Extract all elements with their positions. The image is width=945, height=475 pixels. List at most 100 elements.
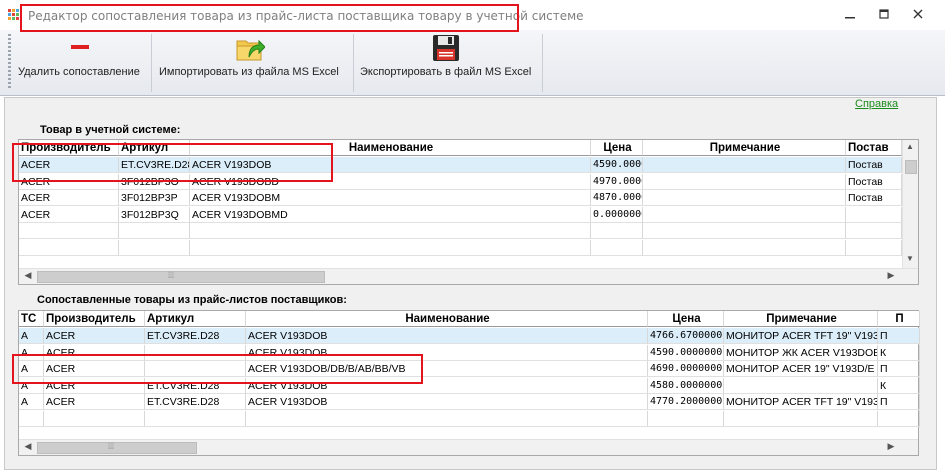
table-cell[interactable]	[145, 410, 246, 427]
table-cell[interactable]	[19, 223, 119, 239]
table-cell[interactable]: 3F012BP3Q	[119, 206, 190, 223]
table-cell[interactable]	[643, 190, 846, 206]
minimize-icon	[845, 17, 855, 19]
minimize-button[interactable]	[836, 5, 864, 25]
maximize-button[interactable]	[870, 5, 898, 25]
table-cell[interactable]: A	[19, 328, 44, 344]
table-cell[interactable]: МОНИТОР ACER TFT 19" V193D	[724, 394, 878, 410]
table-cell[interactable]: A	[19, 394, 44, 410]
scroll-right-icon[interactable]: ▶	[885, 441, 897, 452]
column-header[interactable]: Цена	[648, 311, 724, 327]
accounting-vertical-scrollbar[interactable]: ▲ ▼	[902, 140, 918, 269]
table-cell[interactable]	[246, 410, 648, 427]
import-excel-button[interactable]: Импортировать из файла MS Excel	[154, 30, 351, 96]
column-header[interactable]: Цена	[591, 140, 643, 156]
column-header[interactable]: Постав	[846, 140, 902, 156]
table-cell[interactable]: ACER V193DOB	[246, 328, 648, 344]
table-cell[interactable]: Постав	[846, 173, 902, 190]
toolbar-grip[interactable]	[8, 34, 11, 90]
export-excel-button[interactable]: Экспортировать в файл MS Excel	[356, 30, 540, 96]
scroll-left-icon[interactable]: ◀	[22, 441, 34, 452]
table-cell[interactable]	[724, 377, 878, 394]
table-cell[interactable]	[591, 223, 643, 239]
scroll-thumb[interactable]: ⦙⦙⦙	[37, 441, 197, 454]
table-cell[interactable]	[19, 239, 119, 256]
table-cell[interactable]: ACER	[44, 328, 145, 344]
help-link[interactable]: Справка	[855, 98, 898, 110]
table-cell[interactable]	[846, 223, 902, 239]
table-cell[interactable]: ET.CV3RE.D28	[145, 394, 246, 410]
table-cell[interactable]: ET.CV3RE.D28	[145, 328, 246, 344]
table-cell[interactable]	[846, 239, 902, 256]
scroll-up-icon[interactable]: ▲	[906, 142, 914, 151]
table-cell[interactable]	[591, 239, 643, 256]
close-button[interactable]	[904, 5, 932, 25]
column-header[interactable]: Производитель	[44, 311, 145, 327]
column-header[interactable]: ТС	[19, 311, 44, 327]
table-cell[interactable]	[643, 223, 846, 239]
table-cell[interactable]: ACER	[19, 190, 119, 206]
table-cell[interactable]	[19, 410, 44, 427]
table-cell[interactable]	[190, 223, 591, 239]
table-cell[interactable]	[724, 410, 878, 427]
supplier-horizontal-scrollbar[interactable]: ◀ ⦙⦙⦙ ▶	[19, 439, 918, 455]
folder-import-icon	[236, 39, 265, 61]
minus-icon	[71, 45, 89, 49]
toolbar-separator	[353, 34, 354, 92]
table-cell[interactable]: К	[878, 344, 920, 361]
table-cell[interactable]: ACER	[44, 394, 145, 410]
scroll-thumb[interactable]	[905, 160, 917, 174]
table-cell[interactable]	[643, 173, 846, 190]
delete-mapping-button[interactable]: Удалить сопоставление	[14, 30, 150, 96]
table-cell[interactable]	[878, 410, 920, 427]
table-cell[interactable]: МОНИТОР ACER TFT 19" V193D	[724, 328, 878, 344]
table-cell[interactable]: 4870.0000	[591, 190, 643, 206]
accounting-horizontal-scrollbar[interactable]: ◀ ⦙⦙⦙ ▶	[19, 268, 918, 284]
scroll-thumb[interactable]: ⦙⦙⦙	[37, 270, 325, 283]
table-cell[interactable]: 4590.0000000	[648, 344, 724, 361]
column-header[interactable]: Примечание	[643, 140, 846, 156]
table-cell[interactable]: ACER V193DOB	[246, 394, 648, 410]
table-cell[interactable]: П	[878, 328, 920, 344]
column-header[interactable]: П	[878, 311, 920, 327]
app-grid-icon	[8, 9, 20, 21]
table-cell[interactable]: МОНИТОР ЖК ACER V193DOB,	[724, 344, 878, 361]
scroll-left-icon[interactable]: ◀	[22, 270, 34, 281]
table-cell[interactable]: К	[878, 377, 920, 394]
table-cell[interactable]: 3F012BP3P	[119, 190, 190, 206]
table-cell[interactable]: ACER	[19, 206, 119, 223]
table-cell[interactable]: 4970.0000	[591, 173, 643, 190]
table-cell[interactable]	[119, 239, 190, 256]
scroll-down-icon[interactable]: ▼	[906, 254, 914, 263]
maximize-icon	[879, 9, 889, 19]
table-cell[interactable]: Постав	[846, 190, 902, 206]
table-cell[interactable]	[643, 206, 846, 223]
table-cell[interactable]: 4770.2000000	[648, 394, 724, 410]
scroll-thumb-grip: ⦙⦙⦙	[108, 441, 115, 451]
table-cell[interactable]	[648, 410, 724, 427]
table-cell[interactable]: ACER V193DOBMD	[190, 206, 591, 223]
table-cell[interactable]	[846, 206, 902, 223]
table-cell[interactable]	[44, 410, 145, 427]
match-highlight-box	[12, 354, 423, 384]
table-cell[interactable]	[643, 157, 846, 173]
table-cell[interactable]: 4766.6700000	[648, 328, 724, 344]
table-cell[interactable]: МОНИТОР ACER 19" V193D/E	[724, 361, 878, 377]
column-header[interactable]: Примечание	[724, 311, 878, 327]
toolbar: Удалить сопоставление Импортировать из ф…	[0, 30, 945, 96]
table-cell[interactable]	[119, 223, 190, 239]
table-cell[interactable]: 4690.0000000	[648, 361, 724, 377]
table-cell[interactable]: 4580.0000000	[648, 377, 724, 394]
table-cell[interactable]: П	[878, 394, 920, 410]
scroll-right-icon[interactable]: ▶	[885, 270, 897, 281]
table-cell[interactable]	[190, 239, 591, 256]
column-header[interactable]: Артикул	[145, 311, 246, 327]
table-cell[interactable]: Постав	[846, 157, 902, 173]
table-cell[interactable]: 0.0000000	[591, 206, 643, 223]
floppy-disk-icon	[433, 35, 459, 61]
table-cell[interactable]: 4590.0000	[591, 157, 643, 173]
table-cell[interactable]: П	[878, 361, 920, 377]
table-cell[interactable]: ACER V193DOBM	[190, 190, 591, 206]
table-cell[interactable]	[643, 239, 846, 256]
column-header[interactable]: Наименование	[246, 311, 648, 327]
